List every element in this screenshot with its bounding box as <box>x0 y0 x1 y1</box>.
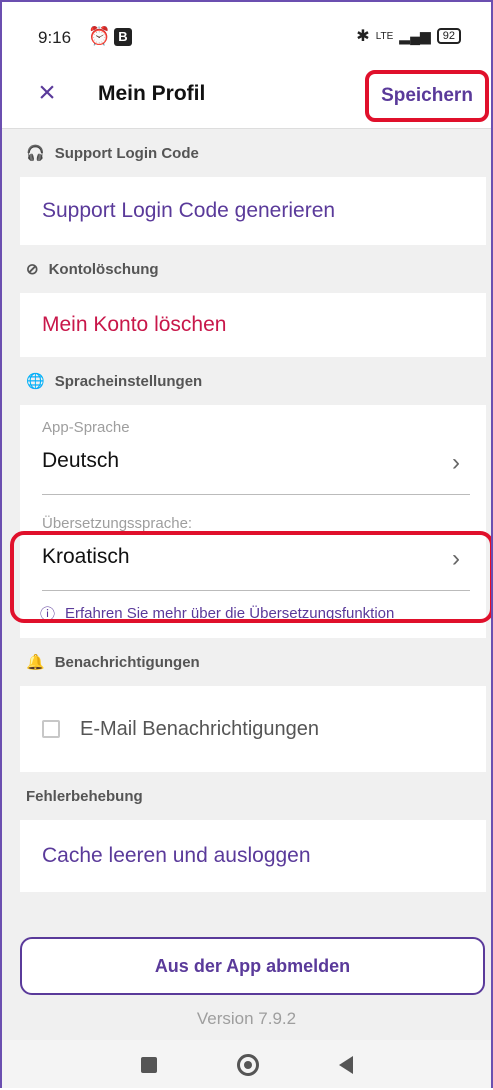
bell-icon: 🔔 <box>26 654 45 671</box>
account-deletion-header-label: Kontolöschung <box>48 260 159 278</box>
delete-account-card[interactable]: Mein Konto löschen <box>20 293 486 357</box>
email-notifications-label: E-Mail Benachrichtigungen <box>80 717 320 740</box>
account-deletion-section-header: ⊘ Kontolöschung <box>20 245 486 293</box>
translation-language-label: Übersetzungssprache: <box>42 515 193 532</box>
alarm-icon: ⏰ <box>88 26 111 46</box>
globe-icon: 🌐 <box>26 373 45 390</box>
recents-icon[interactable] <box>140 1057 157 1073</box>
support-card[interactable]: Support Login Code generieren <box>20 177 486 245</box>
phone-frame: 9:16 ⏰ B ✱ LTE ▂▄▆ 92 × Mein Profil Spei… <box>0 0 493 1088</box>
signal-icon: ▂▄▆ <box>399 27 431 44</box>
battery-icon: 92 <box>436 28 461 44</box>
system-nav-bar <box>2 1040 491 1088</box>
save-button[interactable]: Speichern <box>365 70 489 122</box>
chevron-right-icon: › <box>452 449 460 476</box>
email-notifications-card[interactable]: E-Mail Benachrichtigungen <box>20 686 486 772</box>
clear-cache-link[interactable]: Cache leeren und ausloggen <box>20 844 333 868</box>
language-section-header: 🌐 Spracheinstellungen <box>20 357 486 405</box>
language-header-label: Spracheinstellungen <box>54 372 203 390</box>
home-icon[interactable] <box>236 1054 259 1076</box>
notifications-header-label: Benachrichtigungen <box>54 653 200 671</box>
bluetooth-icon: ✱ <box>356 28 370 45</box>
page-title: Mein Profil <box>98 82 206 105</box>
troubleshooting-header-label: Fehlerbehebung <box>26 787 143 805</box>
settings-content: 🎧 Support Login Code Support Login Code … <box>20 129 486 892</box>
app-language-value: Deutsch <box>42 449 120 472</box>
support-header-label: Support Login Code <box>54 144 199 162</box>
troubleshooting-section-header: Fehlerbehebung <box>20 772 486 820</box>
signout-button[interactable]: Aus der App abmelden <box>20 937 485 995</box>
block-icon: ⊘ <box>26 261 39 278</box>
app-language-label: App-Sprache <box>42 419 130 436</box>
status-icons: ✱ LTE ▂▄▆ 92 <box>356 26 461 46</box>
b-app-icon: B <box>114 28 132 46</box>
delete-account-link[interactable]: Mein Konto löschen <box>20 313 248 337</box>
app-language-setting[interactable]: App-Sprache Deutsch › <box>20 405 486 501</box>
back-icon[interactable] <box>338 1056 353 1074</box>
version-label: Version 7.9.2 <box>196 1009 297 1028</box>
clear-cache-card[interactable]: Cache leeren und ausloggen <box>20 820 486 892</box>
notifications-section-header: 🔔 Benachrichtigungen <box>20 638 486 686</box>
generate-support-code-link[interactable]: Support Login Code generieren <box>20 199 357 223</box>
status-bar: 9:16 ⏰ B ✱ LTE ▂▄▆ 92 <box>2 2 491 62</box>
status-time: 9:16 <box>38 28 72 47</box>
close-icon[interactable]: × <box>30 76 64 110</box>
support-section-header: 🎧 Support Login Code <box>20 129 486 177</box>
divider <box>42 494 470 495</box>
network-label: LTE <box>375 30 394 42</box>
headset-icon: 🎧 <box>26 145 45 162</box>
app-bar: × Mein Profil Speichern <box>2 62 491 129</box>
email-notifications-checkbox[interactable] <box>42 720 60 738</box>
translation-highlight <box>10 531 491 623</box>
